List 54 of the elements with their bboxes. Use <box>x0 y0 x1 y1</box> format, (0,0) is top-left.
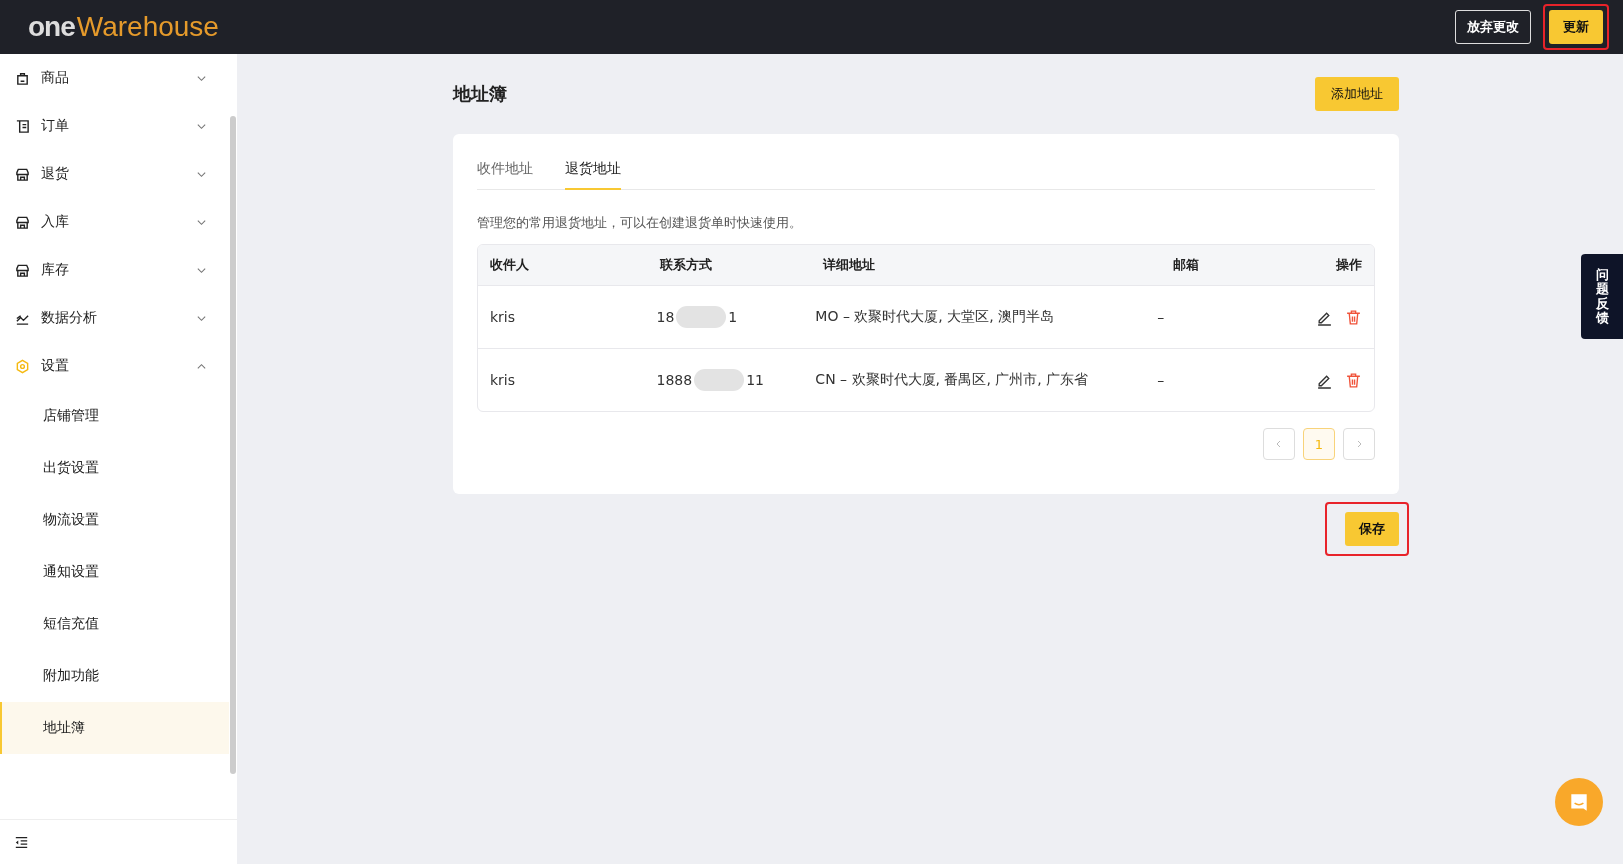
store-icon <box>15 262 30 278</box>
nav-subitem[interactable]: 通知设置 <box>0 546 229 598</box>
add-address-button[interactable]: 添加地址 <box>1315 77 1399 111</box>
nav-subitem[interactable]: 附加功能 <box>0 650 229 702</box>
delete-icon[interactable] <box>1345 371 1362 389</box>
column-header: 邮箱 <box>1172 256 1201 274</box>
tab[interactable]: 退货地址 <box>565 156 621 190</box>
receipt-icon <box>15 118 30 134</box>
nav-item[interactable]: 设置 <box>0 342 237 390</box>
table-cell-text: MO – 欢聚时代大厦, 大堂区, 澳門半岛 <box>814 308 1056 326</box>
column-header: 操作 <box>1335 256 1363 274</box>
nav-item[interactable]: 退货 <box>0 150 237 198</box>
delete-icon[interactable] <box>1345 308 1362 326</box>
store-icon <box>15 166 30 182</box>
table-cell-text: CN – 欢聚时代大厦, 番禺区, 广州市, 广东省 <box>814 371 1090 389</box>
nav-item[interactable]: 数据分析 <box>0 294 237 342</box>
feedback-tab[interactable]: 问题反馈 <box>1581 254 1623 340</box>
nav-subitem[interactable]: 地址簿 <box>0 702 229 754</box>
redaction-blur <box>694 369 745 391</box>
update-button[interactable]: 更新 <box>1549 10 1603 44</box>
logo-text: Warehouse <box>76 11 219 43</box>
nav-subitem[interactable]: 出货设置 <box>0 442 229 494</box>
nav-subitem[interactable]: 店铺管理 <box>0 390 229 442</box>
nav-item[interactable]: 入库 <box>0 198 237 246</box>
phone-text: 11 <box>746 372 764 388</box>
column-header: 联系方式 <box>659 256 714 274</box>
table-cell-text: kris <box>489 309 517 325</box>
nav-item[interactable]: 商品 <box>0 54 237 102</box>
nav-subitem[interactable]: 物流设置 <box>0 494 229 546</box>
chat-button[interactable] <box>1555 778 1603 826</box>
scrollbar[interactable] <box>230 116 236 774</box>
column-header: 详细地址 <box>821 256 876 274</box>
nav-item[interactable]: 库存 <box>0 246 237 294</box>
phone-text: 18 <box>656 309 675 325</box>
nav-item[interactable]: 订单 <box>0 102 237 150</box>
phone-text: 1888 <box>656 372 693 388</box>
table-cell-text: kris <box>489 372 517 388</box>
store-icon <box>15 214 30 230</box>
page-title: 地址簿 <box>453 82 507 106</box>
table-cell-text: – <box>1156 372 1166 388</box>
column-header: 收件人 <box>489 256 530 274</box>
description-text: 管理您的常用退货地址，可以在创建退货单时快速使用。 <box>477 214 803 232</box>
discard-button[interactable]: 放弃更改 <box>1455 10 1531 44</box>
save-button[interactable]: 保存 <box>1345 512 1399 546</box>
logo-text: one <box>28 11 75 43</box>
phone-text: 1 <box>728 309 738 325</box>
redaction-blur <box>676 306 727 328</box>
collapse-icon[interactable] <box>14 835 29 849</box>
hexagon-icon <box>15 358 30 374</box>
tab[interactable]: 收件地址 <box>477 156 533 189</box>
chat-icon <box>1568 791 1590 813</box>
bag-icon <box>15 70 30 86</box>
nav-subitem[interactable]: 短信充值 <box>0 598 229 650</box>
table-cell-text: – <box>1156 309 1166 325</box>
